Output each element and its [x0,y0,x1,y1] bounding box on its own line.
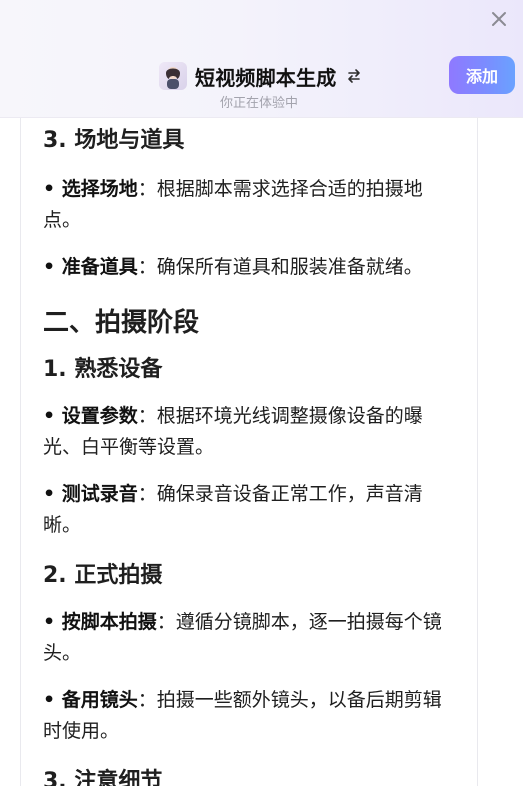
list-item-title: • 备用镜头 [43,689,138,711]
major-heading: 二、拍摄阶段 [43,308,200,338]
app-subtitle: 你正在体验中 [220,96,299,111]
avatar [159,62,187,90]
section-heading: 1. 熟悉设备 [43,357,163,382]
list-item-title: • 设置参数 [43,405,138,427]
list-item-title: • 选择场地 [43,178,138,200]
close-icon [487,7,511,31]
add-button[interactable]: 添加 [449,56,515,94]
list-item: • 设置参数：根据环境光线调整摄像设备的曝光、白平衡等设置。 [43,401,455,463]
list-item-title: • 准备道具 [43,256,138,278]
section-heading: 2. 正式拍摄 [43,563,163,588]
list-item: • 按脚本拍摄：遵循分镜脚本，逐一拍摄每个镜头。 [43,607,455,669]
list-item: • 备用镜头：拍摄一些额外镜头，以备后期剪辑时使用。 [43,685,455,747]
close-button[interactable] [487,7,511,31]
list-item: • 选择场地：根据脚本需求选择合适的拍摄地点。 [43,174,455,236]
list-item-title: • 按脚本拍摄 [43,611,157,633]
chat-content: 3. 场地与道具 • 选择场地：根据脚本需求选择合适的拍摄地点。 • 准备道具：… [20,118,478,786]
list-item: • 准备道具：确保所有道具和服装准备就绪。 [43,252,455,283]
list-item-title: • 测试录音 [43,483,138,505]
list-item-text: ：确保所有道具和服装准备就绪。 [137,256,423,278]
app-title-row: 短视频脚本生成 [159,62,362,90]
section-heading: 3. 场地与道具 [43,128,185,153]
section-heading: 3. 注意细节 [43,769,163,786]
switch-arrows-icon[interactable] [346,68,362,84]
top-header: 短视频脚本生成 你正在体验中 添加 [0,0,523,118]
list-item: • 测试录音：确保录音设备正常工作，声音清晰。 [43,479,455,541]
app-title: 短视频脚本生成 [195,65,337,90]
